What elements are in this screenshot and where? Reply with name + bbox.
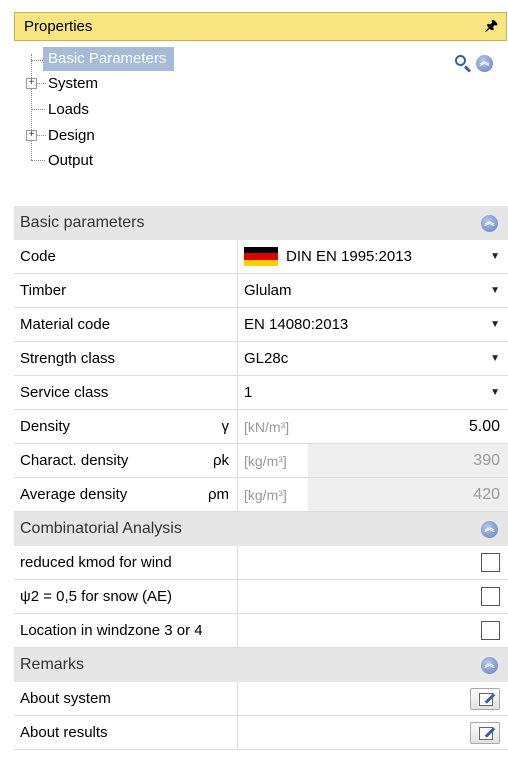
strength-class-value: GL28c — [244, 350, 289, 367]
row-label: Timber — [20, 282, 67, 299]
row-symbol: ρk — [212, 452, 229, 469]
row-material-code: Material code EN 14080:2013 ▼ — [14, 308, 508, 342]
row-symbol: ρm — [207, 486, 229, 503]
collapse-all-icon[interactable]: ︽ — [476, 54, 493, 72]
row-average-density: Average density ρm [kg/m³] 420 — [14, 478, 508, 512]
collapse-section-icon[interactable]: ︽ — [481, 520, 498, 538]
tree-item-loads[interactable]: Loads — [45, 98, 92, 120]
row-label: Material code — [20, 316, 111, 333]
panel-title: Properties — [24, 18, 93, 35]
section-title: Remarks — [20, 656, 85, 673]
average-density-field: [kg/m³] 420 — [238, 478, 508, 511]
tree-toolbar: ︽ — [454, 54, 493, 73]
row-label: About results — [20, 724, 108, 741]
row-code: Code DIN EN 1995:2013 ▼ — [14, 240, 508, 274]
germany-flag-icon — [244, 246, 278, 267]
row-psi2-snow: ψ2 = 0,5 for snow (AE) — [14, 580, 508, 614]
section-header-combinatorial-analysis[interactable]: Combinatorial Analysis ︽ — [14, 512, 508, 546]
collapse-section-icon[interactable]: ︽ — [481, 656, 498, 674]
expand-system-icon[interactable]: + — [26, 78, 37, 89]
row-about-system: About system — [14, 682, 508, 716]
row-symbol: γ — [221, 418, 230, 435]
row-label: Average density — [20, 486, 128, 503]
timber-select[interactable]: Glulam ▼ — [238, 274, 508, 307]
edit-remark-button[interactable] — [470, 721, 500, 744]
charact-density-value: 390 — [473, 451, 500, 469]
chevron-down-icon[interactable]: ▼ — [490, 251, 500, 262]
tree-item-basic-parameters[interactable]: Basic Parameters — [43, 47, 175, 71]
navigation-tree: + + Basic Parameters System Loads Design… — [18, 44, 458, 174]
chevron-down-icon[interactable]: ▼ — [490, 353, 500, 364]
unit-label: [kg/m³] — [244, 452, 287, 469]
row-timber: Timber Glulam ▼ — [14, 274, 508, 308]
timber-value: Glulam — [244, 282, 292, 299]
row-label: Code — [20, 248, 56, 265]
chevron-down-icon[interactable]: ▼ — [490, 319, 500, 330]
service-class-select[interactable]: 1 ▼ — [238, 376, 508, 409]
search-icon[interactable] — [454, 54, 472, 73]
collapse-section-icon[interactable]: ︽ — [481, 214, 498, 232]
kmod-wind-checkbox[interactable] — [481, 553, 500, 572]
row-label: Strength class — [20, 350, 116, 367]
strength-class-select[interactable]: GL28c ▼ — [238, 342, 508, 375]
section-header-basic-parameters[interactable]: Basic parameters ︽ — [14, 206, 508, 240]
tree-item-label: Design — [48, 126, 95, 144]
density-value: 5.00 — [468, 417, 500, 435]
tree-item-output[interactable]: Output — [45, 149, 96, 171]
row-density: Density γ [kN/m³] 5.00 — [14, 410, 508, 444]
property-grid: Basic parameters ︽ Code DIN EN 1995:2013… — [14, 206, 508, 750]
chevron-down-icon[interactable]: ▼ — [490, 387, 500, 398]
tree-item-label: System — [48, 74, 99, 92]
properties-panel-header: Properties 🖈 — [14, 12, 507, 41]
material-code-value: EN 14080:2013 — [244, 316, 349, 333]
expand-design-icon[interactable]: + — [26, 130, 37, 141]
row-label: About system — [20, 690, 111, 707]
row-about-results: About results — [14, 716, 508, 750]
code-select[interactable]: DIN EN 1995:2013 ▼ — [238, 240, 508, 273]
code-value: DIN EN 1995:2013 — [286, 248, 412, 265]
row-label: ψ2 = 0,5 for snow (AE) — [20, 588, 173, 605]
row-label: Charact. density — [20, 452, 129, 469]
row-charact-density: Charact. density ρk [kg/m³] 390 — [14, 444, 508, 478]
row-strength-class: Strength class GL28c ▼ — [14, 342, 508, 376]
tree-item-system[interactable]: System — [45, 72, 101, 94]
unit-label: [kN/m³] — [244, 418, 290, 435]
row-kmod-wind: reduced kmod for wind — [14, 546, 508, 580]
density-input[interactable]: [kN/m³] 5.00 — [238, 410, 508, 443]
row-label: Density — [20, 418, 71, 435]
tree-item-label: Loads — [48, 100, 89, 118]
row-label: Service class — [20, 384, 109, 401]
section-title: Combinatorial Analysis — [20, 520, 182, 537]
tree-item-label: Output — [48, 151, 94, 169]
edit-remark-button[interactable] — [470, 687, 500, 710]
chevron-down-icon[interactable]: ▼ — [490, 285, 500, 296]
row-label: reduced kmod for wind — [20, 554, 172, 571]
row-label: Location in windzone 3 or 4 — [20, 622, 203, 639]
average-density-value: 420 — [473, 485, 500, 503]
section-header-remarks[interactable]: Remarks ︽ — [14, 648, 508, 682]
pin-icon[interactable]: 🖈 — [485, 15, 498, 39]
unit-label: [kg/m³] — [244, 486, 287, 503]
tree-item-label: Basic Parameters — [43, 47, 175, 71]
psi2-snow-checkbox[interactable] — [481, 587, 500, 606]
material-code-select[interactable]: EN 14080:2013 ▼ — [238, 308, 508, 341]
service-class-value: 1 — [244, 384, 253, 401]
tree-item-design[interactable]: Design — [45, 124, 98, 146]
charact-density-field: [kg/m³] 390 — [238, 444, 508, 477]
windzone-checkbox[interactable] — [481, 621, 500, 640]
row-windzone: Location in windzone 3 or 4 — [14, 614, 508, 648]
section-title: Basic parameters — [20, 214, 145, 231]
row-service-class: Service class 1 ▼ — [14, 376, 508, 410]
